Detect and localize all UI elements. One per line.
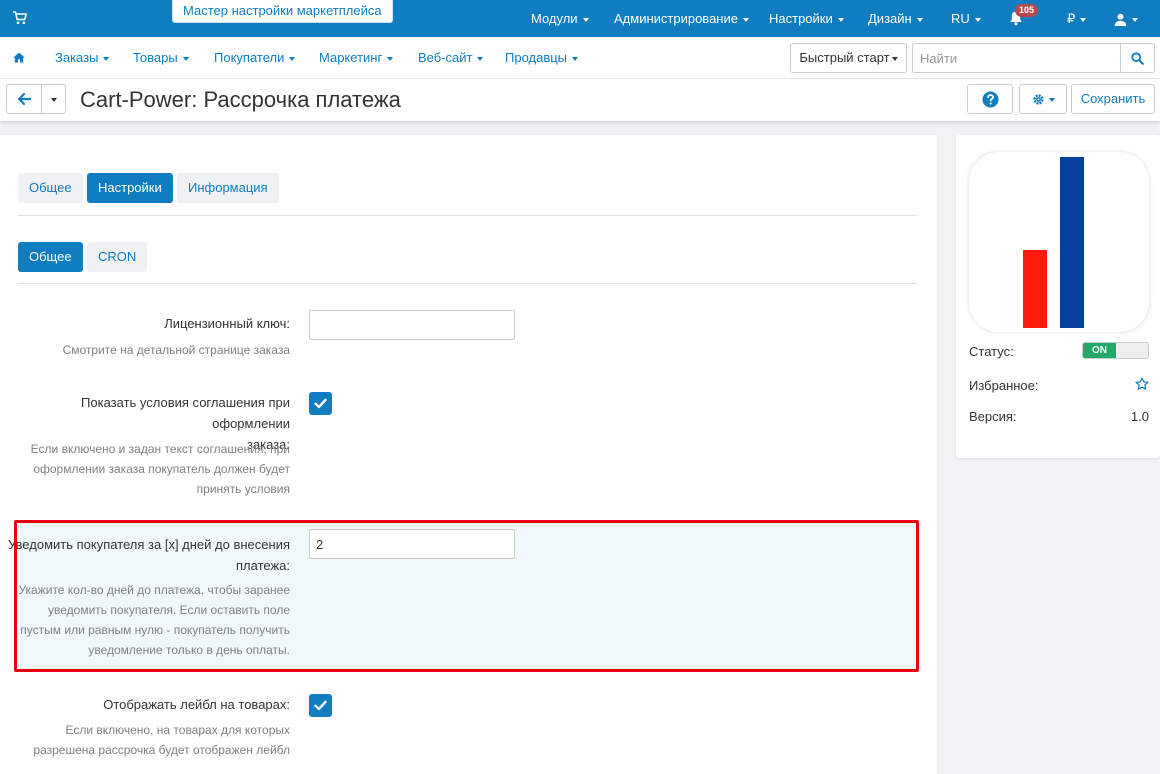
title-bar: Cart-Power: Рассрочка платежа Сохранить <box>0 79 1160 121</box>
tab-settings[interactable]: Настройки <box>87 173 173 203</box>
home-icon[interactable] <box>13 52 25 63</box>
nav-products-label: Товары <box>133 50 178 65</box>
product-label-help: Если включено, на товарах для которых ра… <box>33 720 290 760</box>
notifications-badge: 105 <box>1015 4 1039 17</box>
version-label: Версия: <box>969 409 1017 424</box>
version-value: 1.0 <box>1130 409 1149 424</box>
menu-user[interactable] <box>1114 0 1138 37</box>
nav-website-label: Веб-сайт <box>418 50 473 65</box>
status-label: Статус: <box>969 344 1014 359</box>
quick-start-button[interactable]: Быстрый старт <box>790 43 907 73</box>
nav-vendors[interactable]: Продавцы <box>505 37 579 79</box>
page-title: Cart-Power: Рассрочка платежа <box>80 87 401 112</box>
tab-information[interactable]: Информация <box>177 173 279 203</box>
menu-language[interactable]: RU <box>951 0 981 37</box>
nav-marketing-label: Маркетинг <box>319 50 383 65</box>
main-nav: Заказы Товары Покупатели Маркетинг Веб-с… <box>0 37 1160 79</box>
menu-modules[interactable]: Модули <box>531 0 589 37</box>
chevron-down-icon <box>582 17 589 22</box>
top-bar: Мастер настройки маркетплейса Модули Адм… <box>0 0 1160 37</box>
menu-administration-label: Администрирование <box>614 11 738 26</box>
agreement-help-line: Если включено и задан текст соглашения, … <box>30 442 290 456</box>
subtab-general[interactable]: Общее <box>18 242 83 272</box>
favorite-label: Избранное: <box>969 378 1039 393</box>
license-key-input[interactable] <box>309 310 515 340</box>
tab-general[interactable]: Общее <box>18 173 83 203</box>
checkmark-icon <box>314 700 327 711</box>
product-label-label: Отображать лейбл на товарах: <box>103 697 290 712</box>
menu-currency[interactable]: ₽ <box>1067 0 1087 37</box>
highlight-frame <box>14 520 919 672</box>
menu-language-label: RU <box>951 11 970 26</box>
tabs-divider <box>18 215 917 216</box>
checkmark-icon <box>314 398 327 409</box>
nav-orders[interactable]: Заказы <box>55 37 110 79</box>
nav-customers-label: Покупатели <box>214 50 285 65</box>
menu-administration[interactable]: Администрирование <box>614 0 749 37</box>
arrow-left-icon <box>18 93 31 105</box>
nav-marketing[interactable]: Маркетинг <box>319 37 394 79</box>
chevron-down-icon <box>1080 17 1087 22</box>
marketplace-wizard-button[interactable]: Мастер настройки маркетплейса <box>172 0 393 23</box>
chevron-down-icon <box>891 56 898 61</box>
menu-design-label: Дизайн <box>868 11 912 26</box>
nav-orders-label: Заказы <box>55 50 99 65</box>
nav-vendors-label: Продавцы <box>505 50 568 65</box>
product-label-help-line: разрешена рассрочка будет отображен лейб… <box>33 743 290 757</box>
chevron-down-icon <box>103 56 110 61</box>
menu-design[interactable]: Дизайн <box>868 0 923 37</box>
nav-customers[interactable]: Покупатели <box>214 37 296 79</box>
logo-blue-bar <box>1060 157 1084 328</box>
search-icon <box>1131 52 1144 65</box>
chevron-down-icon <box>572 56 579 61</box>
status-toggle[interactable]: ON <box>1082 342 1149 359</box>
search-input[interactable] <box>912 43 1120 73</box>
chevron-down-icon <box>50 97 57 102</box>
menu-currency-label: ₽ <box>1067 11 1076 26</box>
agreement-help-line: оформлении заказа покупатель должен буде… <box>33 462 290 476</box>
product-label-help-line: Если включено, на товарах для которых <box>65 723 290 737</box>
logo-red-bar <box>1023 250 1047 328</box>
chevron-down-icon <box>289 56 296 61</box>
history-dropdown-button[interactable] <box>42 84 66 114</box>
subtabs-divider <box>18 283 917 284</box>
cart-icon[interactable] <box>12 10 28 26</box>
gear-icon <box>1033 94 1044 105</box>
subtab-cron[interactable]: CRON <box>87 242 148 272</box>
chevron-down-icon <box>742 17 749 22</box>
star-icon[interactable] <box>1135 377 1149 391</box>
addon-logo <box>969 152 1149 332</box>
save-button[interactable]: Сохранить <box>1071 84 1155 114</box>
chevron-down-icon <box>477 56 484 61</box>
agreement-help-line: принять условия <box>196 482 290 496</box>
license-key-help: Смотрите на детальной странице заказа <box>62 343 290 357</box>
chevron-down-icon <box>387 56 394 61</box>
agreement-label-line: Показать условия соглашения при оформлен… <box>81 395 290 431</box>
search-button[interactable] <box>1120 43 1155 73</box>
quick-start-label: Быстрый старт <box>799 50 890 65</box>
chevron-down-icon <box>1049 98 1055 102</box>
chevron-down-icon <box>974 17 981 22</box>
back-button[interactable] <box>6 84 42 114</box>
user-icon <box>1114 13 1127 27</box>
license-key-label: Лицензионный ключ: <box>164 316 290 331</box>
chevron-down-icon <box>916 17 923 22</box>
chevron-down-icon <box>1132 17 1138 22</box>
help-button[interactable] <box>967 84 1013 114</box>
menu-settings[interactable]: Настройки <box>769 0 844 37</box>
agreement-checkbox[interactable] <box>309 392 332 415</box>
agreement-help: Если включено и задан текст соглашения, … <box>31 439 290 499</box>
nav-products[interactable]: Товары <box>133 37 189 79</box>
question-circle-icon <box>982 91 999 108</box>
status-toggle-value: ON <box>1083 343 1116 358</box>
menu-modules-label: Модули <box>531 11 578 26</box>
settings-dropdown-button[interactable] <box>1019 84 1067 114</box>
chevron-down-icon <box>182 56 189 61</box>
nav-website[interactable]: Веб-сайт <box>418 37 484 79</box>
chevron-down-icon <box>837 17 844 22</box>
product-label-checkbox[interactable] <box>309 694 332 717</box>
menu-settings-label: Настройки <box>769 11 833 26</box>
